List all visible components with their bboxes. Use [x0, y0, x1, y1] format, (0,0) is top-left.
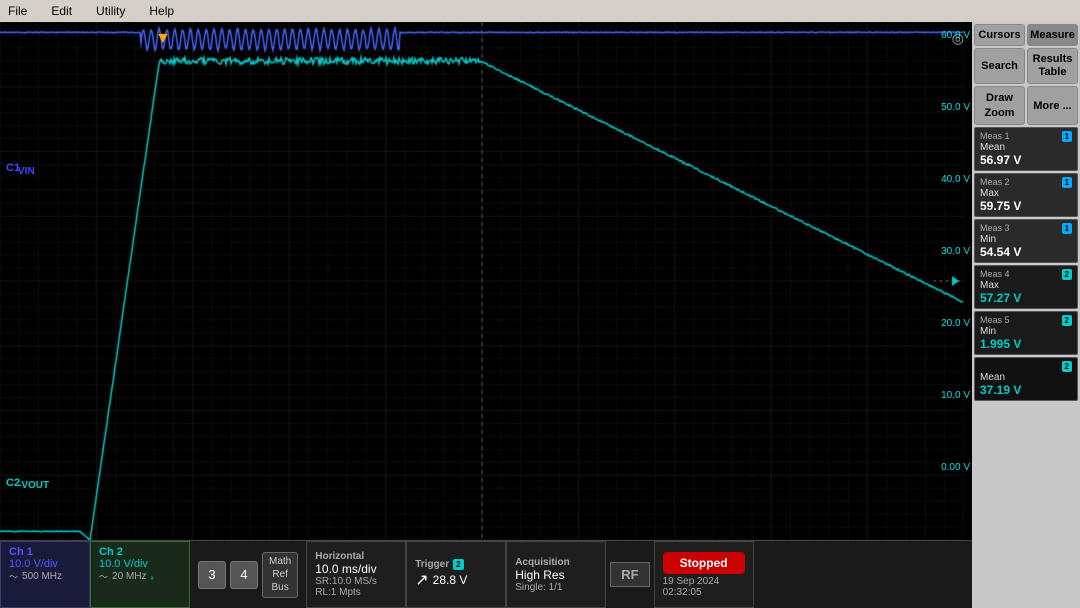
meas3-title: Meas 3 — [980, 223, 1010, 233]
ch4-button[interactable]: 4 — [230, 561, 258, 589]
meas5-title: Meas 5 — [980, 315, 1010, 325]
second-buttons: Search Results Table — [974, 48, 1078, 84]
acquisition-single: Single: 1/1 — [515, 582, 597, 593]
trigger-slope-icon: ↗ — [415, 570, 428, 590]
meas6-value: 37.19 V — [980, 383, 1072, 397]
ch1-status-label: Ch 1 — [9, 546, 81, 558]
search-button[interactable]: Search — [974, 48, 1025, 84]
meas4-value: 57.27 V — [980, 291, 1072, 305]
ch1-bw: 500 MHz — [22, 571, 62, 582]
meas3-box: Meas 3 1 Min 54.54 V — [974, 219, 1078, 263]
ch2-bw-indicator: ₐ — [150, 572, 153, 581]
main-area: ▼ ◎ C1 VIN C2 -VOUT 60.0 V 50.0 V 40.0 V… — [0, 22, 1080, 608]
cursors-button[interactable]: Cursors — [974, 24, 1025, 46]
stopped-section: Stopped 19 Sep 2024 02:32:05 — [654, 541, 754, 608]
meas5-badge: 2 — [1062, 315, 1072, 326]
meas2-title: Meas 2 — [980, 177, 1010, 187]
y-label-30: 30.0 V — [941, 246, 970, 257]
y-label-50: 50.0 V — [941, 102, 970, 113]
ch2-bw: 20 MHz — [112, 571, 146, 582]
datetime: 19 Sep 2024 02:32:05 — [663, 576, 745, 598]
ch1-name: VIN — [18, 166, 35, 177]
meas4-badge: 2 — [1062, 269, 1072, 280]
horizontal-sr: SR:10.0 MS/s — [315, 576, 397, 587]
y-label-20: 20.0 V — [941, 318, 970, 329]
meas4-title: Meas 4 — [980, 269, 1010, 279]
trigger-indicator: ▼ — [155, 30, 171, 48]
menu-edit[interactable]: Edit — [47, 2, 76, 20]
meas1-badge: 1 — [1062, 131, 1072, 142]
ch1-bw-icon: 〜 — [9, 570, 18, 583]
channel-buttons: 3 4 Math Ref Bus — [190, 541, 306, 608]
rf-button[interactable]: RF — [610, 562, 649, 587]
status-bar: Ch 1 10.0 V/div 〜 500 MHz Ch 2 10.0 V/di… — [0, 540, 972, 608]
more-button[interactable]: More ... — [1027, 86, 1078, 125]
meas2-badge: 1 — [1062, 177, 1072, 188]
trigger-value: 28.8 V — [433, 573, 468, 587]
ch2-bw-icon: 〜 — [99, 570, 108, 583]
ch1-status: Ch 1 10.0 V/div 〜 500 MHz — [0, 541, 90, 608]
math-ref-bus-button[interactable]: Math Ref Bus — [262, 552, 298, 598]
meas5-type: Min — [980, 326, 1072, 337]
y-label-60: 60.0 V — [941, 30, 970, 41]
third-buttons: Draw Zoom More ... — [974, 86, 1078, 125]
ch2-name: -VOUT — [18, 480, 49, 491]
horizontal-section: Horizontal 10.0 ms/div SR:10.0 MS/s RL:1… — [306, 541, 406, 608]
right-panel: Cursors Measure Search Results Table Dra… — [972, 22, 1080, 608]
meas3-value: 54.54 V — [980, 245, 1072, 259]
meas1-type: Mean — [980, 142, 1072, 153]
meas3-type: Min — [980, 234, 1072, 245]
horizontal-div: 10.0 ms/div — [315, 562, 397, 576]
menu-file[interactable]: File — [4, 2, 31, 20]
menu-help[interactable]: Help — [145, 2, 178, 20]
waveform-display[interactable]: ▼ ◎ C1 VIN C2 -VOUT 60.0 V 50.0 V 40.0 V… — [0, 22, 972, 540]
stopped-button[interactable]: Stopped — [663, 552, 745, 574]
meas2-value: 59.75 V — [980, 199, 1072, 213]
results-table-button[interactable]: Results Table — [1027, 48, 1078, 84]
ch2-status-label: Ch 2 — [99, 546, 181, 558]
meas1-value: 56.97 V — [980, 153, 1072, 167]
meas1-box: Meas 1 1 Mean 56.97 V — [974, 127, 1078, 171]
y-label-10: 10.0 V — [941, 390, 970, 401]
horizontal-rl: RL:1 Mpts — [315, 587, 397, 598]
menubar: File Edit Utility Help — [0, 0, 1080, 22]
measure-button[interactable]: Measure — [1027, 24, 1078, 46]
meas2-type: Max — [980, 188, 1072, 199]
draw-zoom-button[interactable]: Draw Zoom — [974, 86, 1025, 125]
meas1-title: Meas 1 — [980, 131, 1010, 141]
trigger-title: Trigger — [415, 559, 449, 570]
ch2-div: 10.0 V/div — [99, 558, 181, 570]
trigger-section: Trigger 2 ↗ 28.8 V — [406, 541, 506, 608]
meas6-type: Mean — [980, 372, 1072, 383]
meas2-box: Meas 2 1 Max 59.75 V — [974, 173, 1078, 217]
meas4-box: Meas 4 2 Max 57.27 V — [974, 265, 1078, 309]
trigger-badge: 2 — [453, 559, 463, 570]
meas4-type: Max — [980, 280, 1072, 291]
ch3-button[interactable]: 3 — [198, 561, 226, 589]
ch2-status: Ch 2 10.0 V/div 〜 20 MHz ₐ — [90, 541, 190, 608]
top-buttons: Cursors Measure — [974, 24, 1078, 46]
meas5-box: Meas 5 2 Min 1.995 V — [974, 311, 1078, 355]
ch1-div: 10.0 V/div — [9, 558, 81, 570]
meas6-box: 2 Mean 37.19 V — [974, 357, 1078, 401]
acquisition-mode: High Res — [515, 568, 597, 582]
scope-display: ▼ ◎ C1 VIN C2 -VOUT 60.0 V 50.0 V 40.0 V… — [0, 22, 972, 608]
y-label-0: 0.00 V — [941, 462, 970, 473]
meas6-badge: 2 — [1062, 361, 1072, 372]
menu-utility[interactable]: Utility — [92, 2, 129, 20]
horizontal-title: Horizontal — [315, 551, 397, 562]
y-label-40: 40.0 V — [941, 174, 970, 185]
meas5-value: 1.995 V — [980, 337, 1072, 351]
meas3-badge: 1 — [1062, 223, 1072, 234]
acquisition-section: Acquisition High Res Single: 1/1 — [506, 541, 606, 608]
acquisition-title: Acquisition — [515, 557, 597, 568]
